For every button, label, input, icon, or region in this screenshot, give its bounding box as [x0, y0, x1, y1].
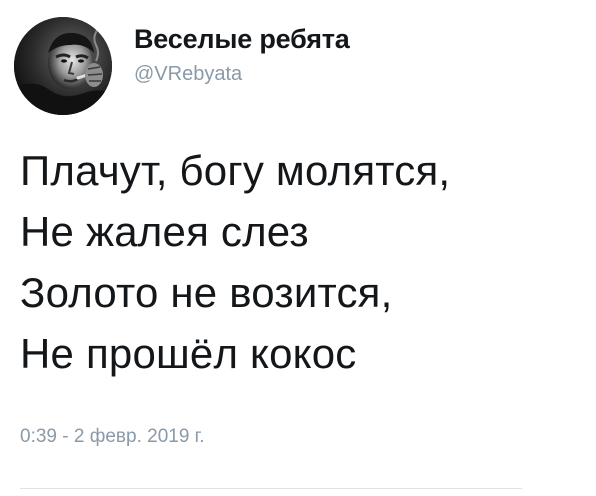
tweet-timestamp[interactable]: 0:39 - 2 февр. 2019 г. — [20, 424, 205, 450]
account-handle[interactable]: @VRebyata — [134, 60, 350, 88]
account-names: Веселые ребята @VRebyata — [134, 22, 350, 88]
tweet-text: Плачут, богу молятся, Не жалея слез Золо… — [20, 140, 590, 384]
divider-gap — [522, 486, 596, 496]
divider — [20, 488, 596, 489]
tweet-header: Веселые ребята @VRebyata — [14, 16, 350, 116]
tweet-line: Плачут, богу молятся, — [20, 147, 451, 194]
portrait-icon — [14, 17, 112, 115]
tweet-line: Золото не возится, — [20, 269, 393, 316]
tweet-line: Не прошёл кокос — [20, 330, 357, 377]
avatar[interactable] — [14, 17, 112, 115]
account-display-name[interactable]: Веселые ребята — [134, 22, 350, 56]
tweet-card: Веселые ребята @VRebyata Плачут, богу мо… — [0, 0, 596, 496]
tweet-line: Не жалея слез — [20, 208, 309, 255]
